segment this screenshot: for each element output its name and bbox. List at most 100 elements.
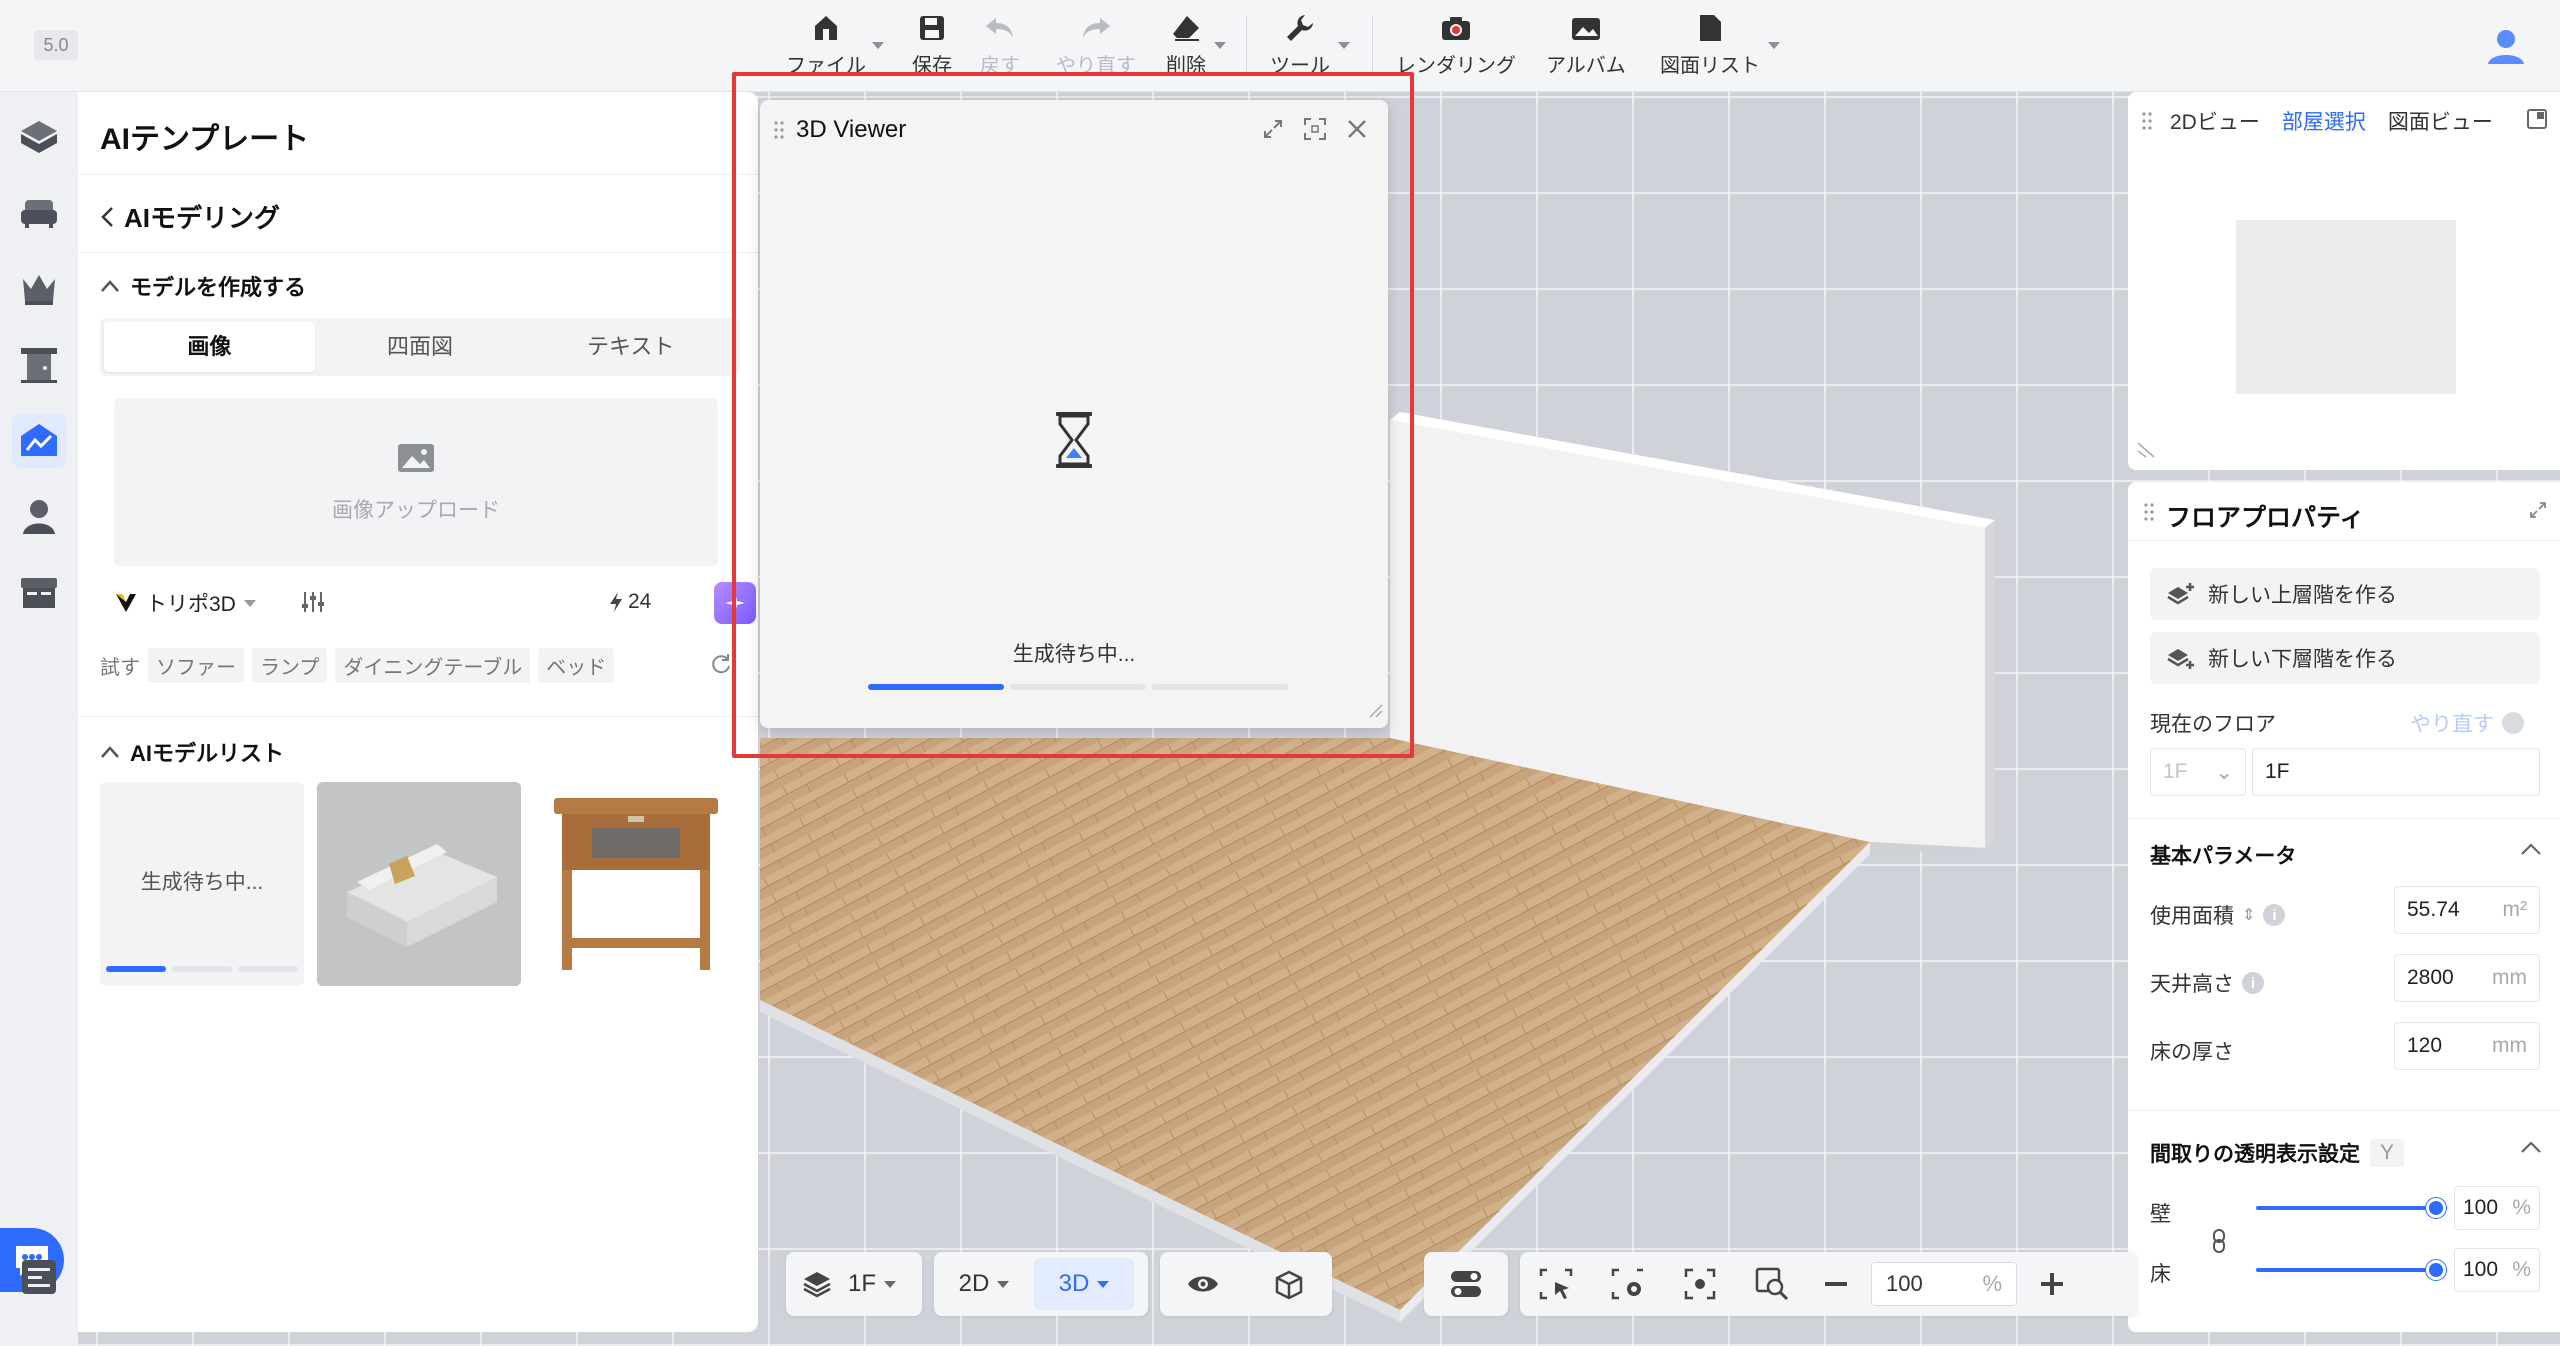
info-icon[interactable]: i [2242,972,2264,994]
sort-icon[interactable]: ⇕ [2242,905,2255,925]
add-lower-label: 新しい下層階を作る [2208,648,2397,671]
slider-knob[interactable] [2426,1198,2446,1218]
model-card-nightstand[interactable] [534,782,738,986]
rail-doors-button[interactable] [12,338,66,392]
basic-params-header: 基本パラメータ [2150,845,2297,868]
tools-menu-button[interactable]: ツール [1270,12,1330,78]
box-view-button[interactable] [1246,1252,1332,1316]
model-settings-button[interactable] [300,590,326,619]
rail-storage-button[interactable] [12,566,66,620]
fullscreen-button[interactable] [1300,114,1330,144]
ceiling-value: 2800 [2407,966,2454,989]
view-panel-toggle-icon[interactable] [2526,108,2548,135]
toggle-settings-button[interactable] [1424,1252,1508,1316]
zoom-in-button[interactable] [2024,1252,2080,1316]
info-icon[interactable]: i [2263,904,2286,926]
drag-handle-icon[interactable] [2142,111,2152,131]
rail-profile-button[interactable] [12,490,66,544]
ceiling-height-input[interactable]: 2800 mm [2394,954,2540,1002]
floor-thickness-input[interactable]: 120 mm [2394,1022,2540,1070]
rail-premium-button[interactable] [12,262,66,316]
model-select[interactable]: トリポ3D [114,588,256,618]
view-3d-button[interactable]: 3D [1034,1258,1134,1310]
fullscreen-icon [1304,118,1326,140]
model-options-row: トリポ3D 24 [114,582,756,626]
tab-2d-view[interactable]: 2Dビュー [2170,106,2260,136]
floor-redo-button[interactable]: やり直す [2410,708,2524,738]
floor-select[interactable]: 1F ⌄ [2150,748,2246,796]
expand-icon[interactable] [2528,500,2548,525]
floor-opacity-slider[interactable] [2256,1260,2446,1280]
slider-knob[interactable] [2426,1260,2446,1280]
chevron-up-icon[interactable] [2520,842,2542,861]
area-input[interactable]: 55.74 m² [2394,886,2540,934]
tab-text[interactable]: テキスト [525,322,736,372]
rail-ai-template-button[interactable] [12,414,66,468]
model-card-pending[interactable]: 生成待ち中... [100,782,304,986]
select-area-button[interactable] [1520,1252,1592,1316]
expand-button[interactable] [1258,114,1288,144]
zoom-out-button[interactable] [1808,1252,1864,1316]
add-upper-floor-button[interactable]: 新しい上層階を作る [2150,568,2540,620]
rail-furniture-button[interactable] [12,186,66,240]
drag-handle-icon[interactable] [2144,502,2154,527]
model-card-sofa[interactable] [317,782,521,986]
create-model-section-toggle[interactable]: モデルを作成する [100,270,306,302]
add-lower-floor-button[interactable]: 新しい下層階を作る [2150,632,2540,684]
focus-button[interactable] [1664,1252,1736,1316]
resize-handle-icon[interactable] [1366,701,1384,724]
progress-segment [1152,684,1288,690]
model-list-section-toggle[interactable]: AIモデルリスト [100,736,284,768]
view-2d-button[interactable]: 2D [934,1252,1034,1316]
album-button[interactable]: アルバム [1546,12,1626,78]
tab-room-select[interactable]: 部屋選択 [2282,106,2366,136]
zoom-input[interactable]: 100 % [1871,1262,2017,1306]
focus-icon [1684,1268,1716,1300]
drawing-list-button[interactable]: 図面リスト [1660,12,1760,78]
floorplan-thumbnail[interactable] [2236,220,2456,394]
floor-opacity-input[interactable]: 100 % [2454,1248,2540,1292]
wall-opacity-input[interactable]: 100 % [2454,1186,2540,1230]
tab-image[interactable]: 画像 [104,322,315,372]
refresh-icon[interactable] [710,652,732,679]
tab-drawing-view[interactable]: 図面ビュー [2388,106,2493,136]
eye-icon [1188,1276,1218,1292]
eraser-icon [1170,12,1202,43]
save-button[interactable]: 保存 [912,12,952,78]
wrench-icon [1284,12,1316,43]
view-settings-button[interactable] [1592,1252,1664,1316]
render-button[interactable]: レンダリング [1396,12,1516,78]
tab-four-view[interactable]: 四面図 [315,322,526,372]
progress-segment [238,966,298,972]
undo-button[interactable]: 戻す [980,12,1020,78]
suggestion-tag[interactable]: ベッド [538,648,615,683]
suggestion-tag[interactable]: ダイニングテーブル [335,648,531,683]
view-3d-label: 3D [1058,1270,1090,1297]
drag-handle-icon[interactable] [774,120,784,145]
drawing-list-caret-icon[interactable] [1768,42,1780,49]
suggestion-tag[interactable]: ランプ [252,648,328,683]
delete-caret-icon[interactable] [1214,42,1226,49]
rail-layers-button[interactable] [12,1250,66,1304]
redo-button[interactable]: やり直す [1056,12,1136,78]
gear-frame-icon [1611,1268,1643,1300]
close-button[interactable] [1342,114,1372,144]
resize-handle-icon[interactable] [2136,439,2158,464]
ai-modeling-back-button[interactable]: AIモデリング [100,198,280,235]
image-upload-area[interactable]: 画像アップロード [114,398,718,566]
zoom-area-button[interactable] [1736,1252,1808,1316]
file-caret-icon[interactable] [872,42,884,49]
rail-floorplan-button[interactable] [12,110,66,164]
suggestion-tag[interactable]: ソファー [148,648,244,683]
link-icon[interactable] [2212,1228,2226,1259]
delete-button[interactable]: 削除 [1166,12,1206,78]
floor-name-input[interactable]: 1F [2252,748,2540,796]
floor-switcher[interactable]: 1F [786,1252,922,1316]
visibility-button[interactable] [1160,1252,1246,1316]
chevron-up-icon[interactable] [2520,1140,2542,1159]
wall-opacity-slider[interactable] [2256,1198,2446,1218]
user-avatar-icon[interactable] [2482,22,2530,70]
file-menu-button[interactable]: ファイル [786,12,866,78]
tools-caret-icon[interactable] [1338,42,1350,49]
shortcut-key-badge: Y [2370,1139,2405,1167]
